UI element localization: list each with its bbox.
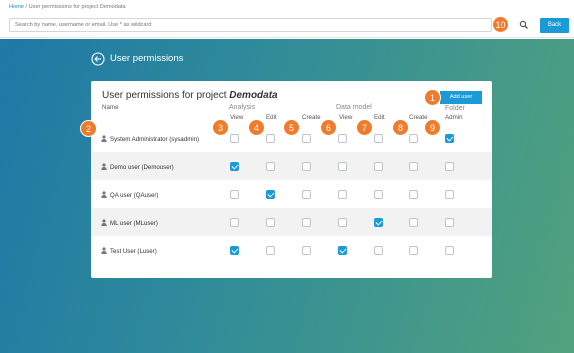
col-datamodel-view: View xyxy=(339,114,353,121)
annotation-badge: 8 xyxy=(392,119,409,136)
data-model-group-label: Data model xyxy=(336,104,372,111)
permission-checkbox[interactable] xyxy=(374,190,383,199)
folder-group-label: Folder xyxy=(445,105,465,112)
permission-checkbox[interactable] xyxy=(445,246,454,255)
user-row: Demo user (Demouser) xyxy=(91,152,492,180)
annotation-badge: 1 xyxy=(424,89,441,106)
permission-checkbox[interactable] xyxy=(230,162,239,171)
breadcrumb-separator: / xyxy=(25,4,28,10)
card-title: User permissions for project Demodata xyxy=(102,90,278,101)
permission-checkbox[interactable] xyxy=(230,190,239,199)
permission-checkbox[interactable] xyxy=(338,218,347,227)
page-title: User permissions xyxy=(110,53,184,64)
user-name-text: System Administrator (sysadmin) xyxy=(110,136,200,143)
user-name-text: Demo user (Demouser) xyxy=(110,164,174,171)
permission-checkbox[interactable] xyxy=(266,190,275,199)
breadcrumb: Home / User permissions for project Demo… xyxy=(9,4,126,10)
search-input[interactable] xyxy=(9,18,492,32)
permission-checkbox[interactable] xyxy=(230,246,239,255)
permission-checkbox[interactable] xyxy=(338,162,347,171)
back-arrow-icon[interactable] xyxy=(91,52,105,66)
search-icon[interactable] xyxy=(518,19,530,31)
col-analysis-edit: Edit xyxy=(266,114,277,121)
annotation-badge: 5 xyxy=(283,119,300,136)
annotation-badge: 2 xyxy=(80,120,97,137)
permission-checkbox[interactable] xyxy=(445,162,454,171)
analysis-group-label: Analysis xyxy=(229,104,256,111)
annotation-badge: 3 xyxy=(212,119,229,136)
permission-checkbox[interactable] xyxy=(302,134,311,143)
permission-checkbox[interactable] xyxy=(302,246,311,255)
permission-checkbox[interactable] xyxy=(338,190,347,199)
permissions-card: User permissions for project Demodata Ad… xyxy=(91,81,492,278)
permission-checkbox[interactable] xyxy=(230,134,239,143)
user-icon xyxy=(101,191,107,198)
add-user-button[interactable]: Add user xyxy=(440,91,482,104)
permission-checkbox[interactable] xyxy=(409,134,418,143)
annotation-badge: 10 xyxy=(492,16,509,33)
permission-checkbox[interactable] xyxy=(445,134,454,143)
permission-checkbox[interactable] xyxy=(338,134,347,143)
permission-checkbox[interactable] xyxy=(409,190,418,199)
user-name-text: ML user (MLuser) xyxy=(110,220,158,227)
col-datamodel-create: Create xyxy=(409,114,428,121)
user-row: Test User (Luser) xyxy=(91,236,492,264)
top-bar: Home / User permissions for project Demo… xyxy=(0,0,574,38)
annotation-badge: 6 xyxy=(320,119,337,136)
user-icon xyxy=(101,163,107,170)
permission-checkbox[interactable] xyxy=(302,190,311,199)
col-analysis-view: View xyxy=(230,114,244,121)
permission-checkbox[interactable] xyxy=(230,218,239,227)
user-name-text: QA user (QAuser) xyxy=(110,192,159,199)
permission-checkbox[interactable] xyxy=(409,162,418,171)
user-name-text: Test User (Luser) xyxy=(110,248,157,255)
user-name: ML user (MLuser) xyxy=(101,219,158,227)
card-title-prefix: User permissions for project xyxy=(102,90,227,101)
permission-checkbox[interactable] xyxy=(266,162,275,171)
permission-checkbox[interactable] xyxy=(374,246,383,255)
col-datamodel-edit: Edit xyxy=(374,114,385,121)
user-icon xyxy=(101,219,107,226)
user-icon xyxy=(101,135,107,142)
project-name: Demodata xyxy=(229,90,278,101)
user-name: Demo user (Demouser) xyxy=(101,163,174,171)
permission-checkbox[interactable] xyxy=(409,246,418,255)
user-name: QA user (QAuser) xyxy=(101,191,158,199)
col-analysis-create: Create xyxy=(302,114,321,121)
permission-checkbox[interactable] xyxy=(445,190,454,199)
permission-checkbox[interactable] xyxy=(302,162,311,171)
permission-checkbox[interactable] xyxy=(374,134,383,143)
permission-checkbox[interactable] xyxy=(266,246,275,255)
permission-checkbox[interactable] xyxy=(266,218,275,227)
permission-checkbox[interactable] xyxy=(409,218,418,227)
permission-checkbox[interactable] xyxy=(266,134,275,143)
user-name: Test User (Luser) xyxy=(101,247,157,255)
permission-checkbox[interactable] xyxy=(302,218,311,227)
user-row: ML user (MLuser) xyxy=(91,208,492,236)
breadcrumb-home-link[interactable]: Home xyxy=(9,4,24,10)
permission-checkbox[interactable] xyxy=(374,218,383,227)
user-icon xyxy=(101,247,107,254)
user-name: System Administrator (sysadmin) xyxy=(101,135,199,143)
permission-checkbox[interactable] xyxy=(445,218,454,227)
user-row: QA user (QAuser) xyxy=(91,180,492,208)
annotation-badge: 7 xyxy=(356,119,373,136)
permission-checkbox[interactable] xyxy=(374,162,383,171)
annotation-badge: 4 xyxy=(248,119,265,136)
breadcrumb-current: User permissions for project Demodata xyxy=(28,4,126,10)
back-button[interactable]: Back xyxy=(540,18,569,33)
name-column-header: Name xyxy=(102,104,119,111)
col-folder-admin: Admin xyxy=(445,114,463,121)
annotation-badge: 9 xyxy=(424,119,441,136)
permission-checkbox[interactable] xyxy=(338,246,347,255)
